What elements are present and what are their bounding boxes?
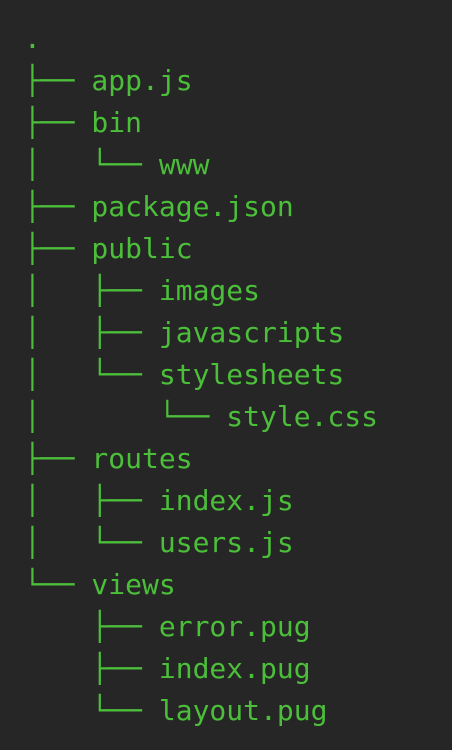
tree-item-bin: ├── bin	[24, 106, 143, 139]
tree-item-users-js: │ └── users.js	[24, 526, 294, 559]
tree-item-images: │ ├── images	[24, 274, 261, 307]
tree-item-error-pug: ├── error.pug	[24, 610, 311, 643]
tree-item-layout-pug: └── layout.pug	[24, 694, 328, 727]
tree-item-index-js: │ ├── index.js	[24, 484, 294, 517]
tree-item-index-pug: ├── index.pug	[24, 652, 311, 685]
tree-item-routes: ├── routes	[24, 442, 193, 475]
tree-item-www: │ └── www	[24, 148, 210, 181]
tree-item-app-js: ├── app.js	[24, 64, 193, 97]
tree-item-javascripts: │ ├── javascripts	[24, 316, 345, 349]
tree-item-style-css: │ └── style.css	[24, 400, 379, 433]
terminal-output: . ├── app.js ├── bin │ └── www ├── packa…	[0, 0, 452, 750]
tree-root: .	[24, 22, 41, 55]
tree-item-public: ├── public	[24, 232, 193, 265]
tree-item-package-json: ├── package.json	[24, 190, 294, 223]
tree-item-stylesheets: │ └── stylesheets	[24, 358, 345, 391]
tree-item-views: └── views	[24, 568, 176, 601]
